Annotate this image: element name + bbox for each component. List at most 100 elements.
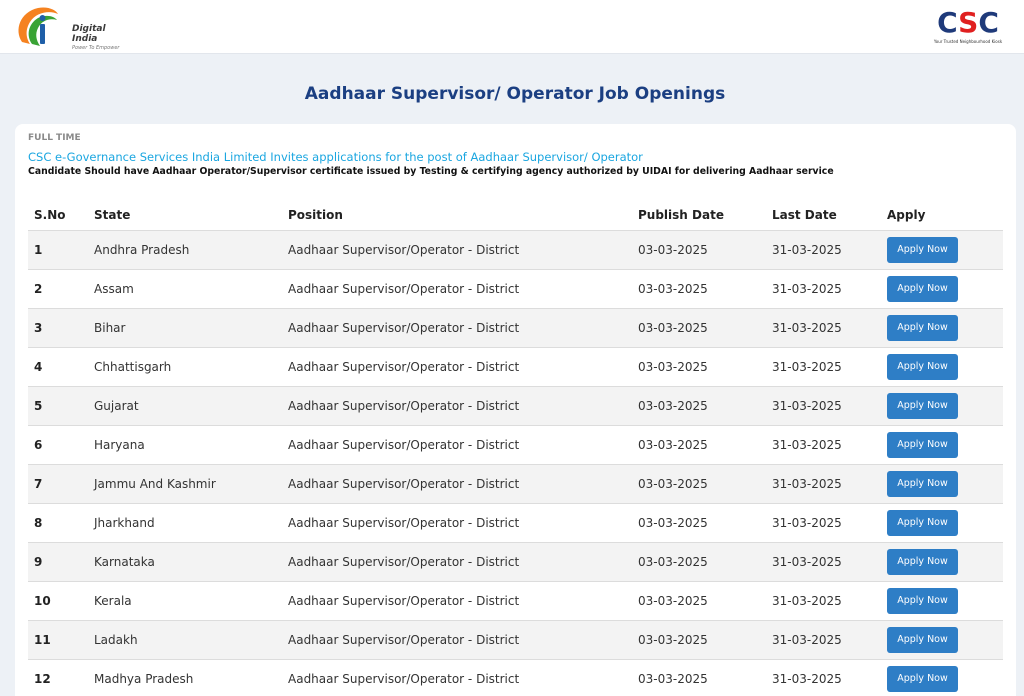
job-type-label: FULL TIME	[28, 133, 81, 143]
page-title: Aadhaar Supervisor/ Operator Job Opening…	[304, 84, 726, 104]
cell-publish-date: 03-03-2025	[632, 347, 766, 387]
cell-publish-date: 03-03-2025	[632, 425, 766, 465]
cell-state: Madhya Pradesh	[88, 659, 282, 696]
apply-now-button[interactable]: Apply Now	[887, 665, 958, 692]
cell-publish-date: 03-03-2025	[632, 503, 766, 543]
cell-publish-date: 03-03-2025	[632, 659, 766, 696]
apply-now-button[interactable]: Apply Now	[887, 236, 958, 263]
csc-logo-text: CSC	[937, 6, 999, 39]
cell-state: Andhra Pradesh	[88, 230, 282, 270]
column-header-position: Position	[282, 200, 632, 231]
cell-sno: 1	[28, 230, 88, 270]
csc-logo[interactable]: CSC Your Trusted Neighbourhood Kiosk	[928, 8, 1008, 48]
cell-publish-date: 03-03-2025	[632, 620, 766, 660]
table-header-row: S.No State Position Publish Date Last Da…	[28, 200, 1003, 231]
job-description: Candidate Should have Aadhaar Operator/S…	[28, 166, 834, 177]
apply-now-button[interactable]: Apply Now	[887, 548, 958, 575]
cell-apply: Apply Now	[881, 347, 1003, 387]
table-row: 9 Karnataka Aadhaar Supervisor/Operator - …	[28, 542, 1003, 582]
cell-apply: Apply Now	[881, 620, 1003, 660]
cell-sno: 10	[28, 581, 88, 621]
apply-now-button[interactable]: Apply Now	[887, 470, 958, 497]
cell-publish-date: 03-03-2025	[632, 386, 766, 426]
cell-state: Haryana	[88, 425, 282, 465]
apply-now-button[interactable]: Apply Now	[887, 626, 958, 653]
cell-state: Jharkhand	[88, 503, 282, 543]
cell-state: Chhattisgarh	[88, 347, 282, 387]
cell-publish-date: 03-03-2025	[632, 581, 766, 621]
cell-position: Aadhaar Supervisor/Operator - District	[282, 464, 632, 504]
digital-india-tagline: Power To Empower	[72, 45, 120, 51]
table-row: 4 Chhattisgarh Aadhaar Supervisor/Operator…	[28, 347, 1003, 387]
cell-position: Aadhaar Supervisor/Operator - District	[282, 503, 632, 543]
table-row: 6 Haryana Aadhaar Supervisor/Operator - Di…	[28, 425, 1003, 465]
digital-india-emblem-icon	[18, 7, 58, 46]
cell-apply: Apply Now	[881, 269, 1003, 309]
apply-now-button[interactable]: Apply Now	[887, 353, 958, 380]
cell-sno: 5	[28, 386, 88, 426]
cell-last-date: 31-03-2025	[766, 230, 881, 270]
job-card: FULL TIME CSC e-Governance Services Indi…	[15, 124, 1016, 696]
cell-publish-date: 03-03-2025	[632, 464, 766, 504]
apply-now-button[interactable]: Apply Now	[887, 587, 958, 614]
cell-apply: Apply Now	[881, 464, 1003, 504]
digital-india-logo[interactable]: Digital India Power To Empower	[14, 2, 124, 52]
cell-last-date: 31-03-2025	[766, 542, 881, 582]
cell-state: Ladakh	[88, 620, 282, 660]
apply-now-button[interactable]: Apply Now	[887, 392, 958, 419]
cell-state: Karnataka	[88, 542, 282, 582]
table-row: 3 Bihar Aadhaar Supervisor/Operator - Dist…	[28, 308, 1003, 348]
table-row: 2 Assam Aadhaar Supervisor/Operator - Dist…	[28, 269, 1003, 309]
cell-apply: Apply Now	[881, 581, 1003, 621]
cell-position: Aadhaar Supervisor/Operator - District	[282, 620, 632, 660]
cell-position: Aadhaar Supervisor/Operator - District	[282, 386, 632, 426]
column-header-sno: S.No	[28, 200, 88, 231]
cell-apply: Apply Now	[881, 503, 1003, 543]
apply-now-button[interactable]: Apply Now	[887, 275, 958, 302]
csc-tagline: Your Trusted Neighbourhood Kiosk	[933, 39, 1003, 44]
apply-now-button[interactable]: Apply Now	[887, 509, 958, 536]
cell-last-date: 31-03-2025	[766, 659, 881, 696]
table-row: 8 Jharkhand Aadhaar Supervisor/Operator - …	[28, 503, 1003, 543]
job-heading[interactable]: CSC e-Governance Services India Limited …	[28, 150, 643, 164]
cell-last-date: 31-03-2025	[766, 464, 881, 504]
cell-publish-date: 03-03-2025	[632, 230, 766, 270]
table-row: 7 Jammu And Kashmir Aadhaar Supervisor/Ope…	[28, 464, 1003, 504]
cell-sno: 9	[28, 542, 88, 582]
cell-position: Aadhaar Supervisor/Operator - District	[282, 659, 632, 696]
apply-now-button[interactable]: Apply Now	[887, 431, 958, 458]
cell-sno: 7	[28, 464, 88, 504]
cell-sno: 12	[28, 659, 88, 696]
table-row: 10 Kerala Aadhaar Supervisor/Operator - Di…	[28, 581, 1003, 621]
cell-sno: 3	[28, 308, 88, 348]
column-header-state: State	[88, 200, 282, 231]
cell-position: Aadhaar Supervisor/Operator - District	[282, 581, 632, 621]
cell-last-date: 31-03-2025	[766, 269, 881, 309]
top-header: Digital India Power To Empower CSC Your …	[0, 0, 1024, 54]
cell-publish-date: 03-03-2025	[632, 542, 766, 582]
column-header-apply: Apply	[881, 200, 1003, 231]
cell-last-date: 31-03-2025	[766, 308, 881, 348]
apply-now-button[interactable]: Apply Now	[887, 314, 958, 341]
table-row: 11 Ladakh Aadhaar Supervisor/Operator - Di…	[28, 620, 1003, 660]
cell-last-date: 31-03-2025	[766, 425, 881, 465]
cell-state: Assam	[88, 269, 282, 309]
cell-sno: 11	[28, 620, 88, 660]
cell-apply: Apply Now	[881, 386, 1003, 426]
cell-position: Aadhaar Supervisor/Operator - District	[282, 308, 632, 348]
table-row: 1 Andhra Pradesh Aadhaar Supervisor/Operat…	[28, 230, 1003, 270]
cell-position: Aadhaar Supervisor/Operator - District	[282, 269, 632, 309]
cell-apply: Apply Now	[881, 542, 1003, 582]
table-row: 5 Gujarat Aadhaar Supervisor/Operator - Di…	[28, 386, 1003, 426]
cell-apply: Apply Now	[881, 230, 1003, 270]
cell-position: Aadhaar Supervisor/Operator - District	[282, 347, 632, 387]
column-header-publish-date: Publish Date	[632, 200, 766, 231]
cell-sno: 8	[28, 503, 88, 543]
cell-last-date: 31-03-2025	[766, 620, 881, 660]
cell-position: Aadhaar Supervisor/Operator - District	[282, 425, 632, 465]
cell-last-date: 31-03-2025	[766, 386, 881, 426]
cell-publish-date: 03-03-2025	[632, 308, 766, 348]
cell-last-date: 31-03-2025	[766, 503, 881, 543]
cell-last-date: 31-03-2025	[766, 581, 881, 621]
cell-position: Aadhaar Supervisor/Operator - District	[282, 542, 632, 582]
